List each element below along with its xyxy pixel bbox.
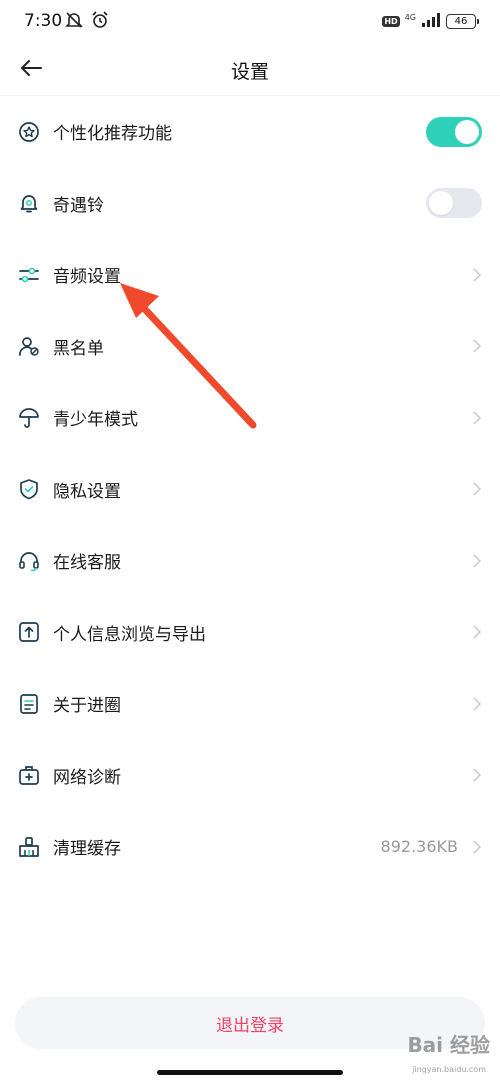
setting-label: 奇遇铃	[53, 195, 104, 216]
battery-level: 46	[454, 16, 468, 27]
chevron-right-icon	[472, 696, 482, 712]
document-icon	[18, 693, 40, 715]
encounter-bell-toggle[interactable]	[426, 188, 482, 219]
headset-icon	[18, 550, 40, 572]
watermark: Bai 经验 jingyan.baidu.com	[340, 1033, 490, 1080]
alarm-icon	[90, 10, 110, 34]
chevron-right-icon	[472, 481, 482, 497]
setting-personalized-recommendation: 个性化推荐功能	[0, 96, 500, 168]
setting-label: 音频设置	[53, 267, 121, 288]
setting-privacy[interactable]: 隐私设置	[0, 454, 500, 526]
setting-label: 青少年模式	[53, 410, 138, 431]
setting-label: 隐私设置	[53, 481, 121, 502]
setting-label: 个人信息浏览与导出	[53, 624, 206, 645]
chevron-right-icon	[472, 553, 482, 569]
setting-about[interactable]: 关于进圈	[0, 668, 500, 740]
home-indicator[interactable]	[157, 1070, 343, 1075]
sliders-icon	[18, 264, 40, 286]
star-badge-icon	[18, 121, 40, 143]
setting-label: 网络诊断	[53, 767, 121, 788]
personalized-recommendation-toggle[interactable]	[426, 116, 482, 147]
chevron-right-icon	[472, 624, 482, 640]
header: 设置	[0, 44, 500, 96]
export-icon	[18, 621, 40, 643]
user-block-icon	[18, 335, 40, 357]
chevron-right-icon	[472, 767, 482, 783]
first-aid-kit-icon	[18, 764, 40, 786]
setting-encounter-bell: 奇遇铃	[0, 168, 500, 240]
cache-size-value: 892.36KB	[380, 837, 458, 857]
setting-audio[interactable]: 音频设置	[0, 239, 500, 311]
setting-label: 黑名单	[53, 338, 104, 359]
battery-icon: 46	[446, 14, 479, 29]
setting-clear-cache[interactable]: 清理缓存 892.36KB	[0, 811, 500, 883]
toggle-knob	[429, 191, 453, 216]
setting-network-diagnosis[interactable]: 网络诊断	[0, 740, 500, 812]
hd-badge: HD	[382, 16, 400, 27]
setting-personal-info-export[interactable]: 个人信息浏览与导出	[0, 597, 500, 669]
setting-blacklist[interactable]: 黑名单	[0, 311, 500, 383]
watermark-text: Bai 经验	[407, 1033, 490, 1057]
setting-label: 关于进圈	[53, 696, 121, 717]
network-label: 4G	[404, 13, 416, 22]
setting-customer-service[interactable]: 在线客服	[0, 525, 500, 597]
broom-icon	[18, 836, 40, 858]
watermark-url: jingyan.baidu.com	[412, 1065, 486, 1074]
mute-icon	[64, 10, 84, 34]
chevron-right-icon	[472, 410, 482, 426]
setting-label: 清理缓存	[53, 839, 121, 860]
chevron-right-icon	[472, 839, 482, 855]
toggle-knob	[455, 119, 479, 144]
umbrella-icon	[18, 407, 40, 429]
chevron-right-icon	[472, 267, 482, 283]
setting-label: 个性化推荐功能	[53, 124, 172, 145]
setting-label: 在线客服	[53, 553, 121, 574]
page-title: 设置	[230, 61, 269, 83]
setting-teen-mode[interactable]: 青少年模式	[0, 382, 500, 454]
signal-icon	[421, 12, 441, 31]
shield-check-icon	[18, 478, 40, 500]
bell-icon	[18, 192, 40, 214]
status-bar: 7:30 HD 4G 46	[0, 0, 500, 44]
status-time: 7:30	[24, 11, 63, 31]
settings-list: 个性化推荐功能 奇遇铃 音频设置 黑名单 青少年模式 隐私设置 在线客服 个人信…	[0, 96, 500, 883]
chevron-right-icon	[472, 338, 482, 354]
